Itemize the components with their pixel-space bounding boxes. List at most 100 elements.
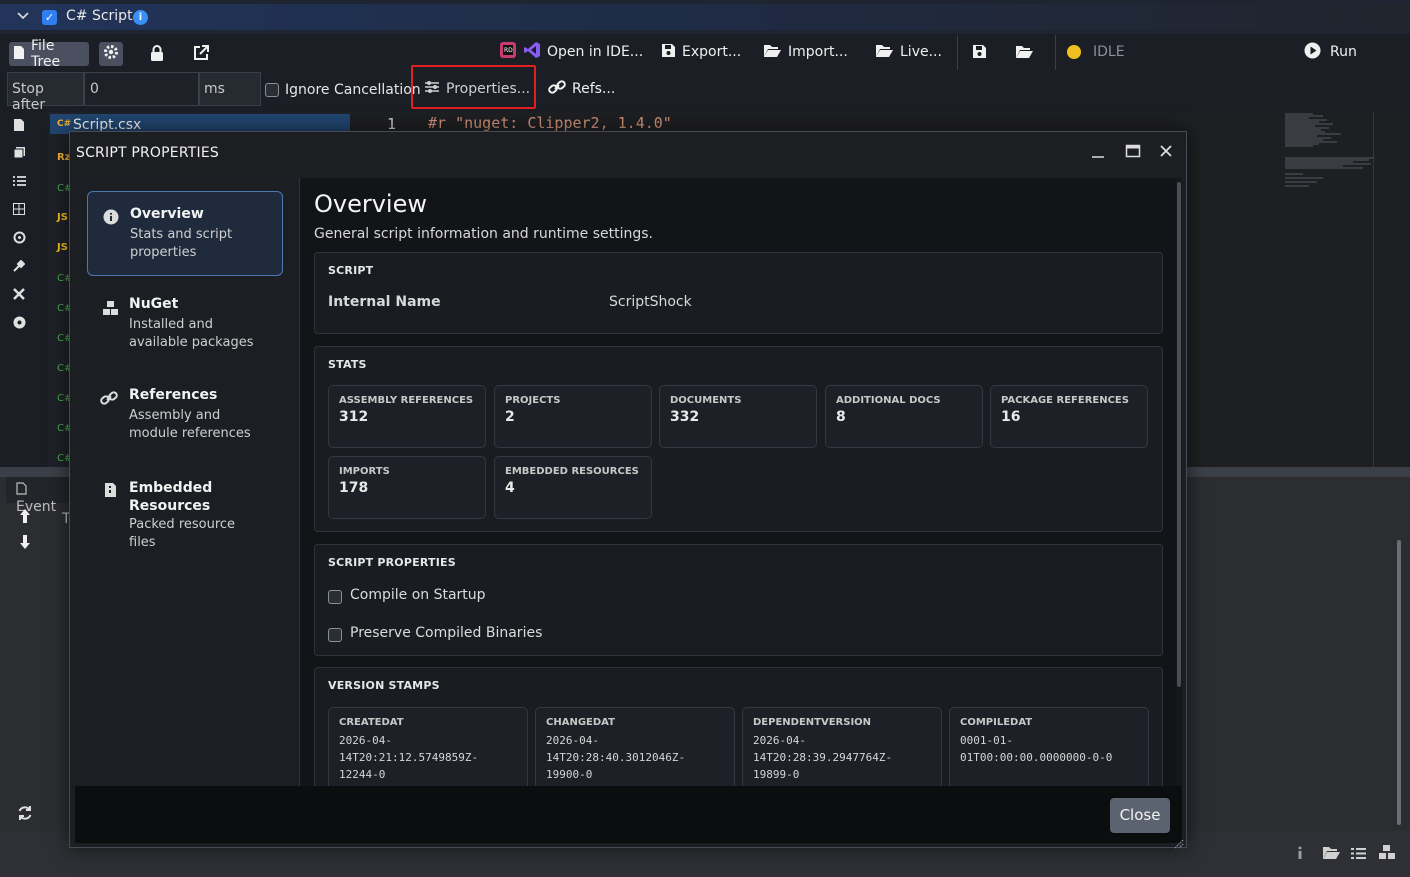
live-button[interactable]: Live...	[875, 39, 942, 65]
maximize-icon[interactable]	[1124, 143, 1142, 161]
resize-grip-icon[interactable]	[1172, 834, 1184, 853]
list-icon[interactable]	[12, 175, 26, 189]
close-button[interactable]: Close	[1110, 798, 1170, 833]
chevron-down-icon[interactable]	[16, 9, 30, 23]
ms-unit-label: ms	[199, 72, 261, 106]
stop-after-input[interactable]: 0	[84, 72, 199, 106]
code-line[interactable]: #r "nuget: Clipper2, 1.4.0"	[428, 114, 672, 132]
stat-value: 332	[670, 409, 700, 425]
nav-title: Overview	[130, 206, 204, 222]
editor-minimap[interactable]	[1283, 112, 1375, 192]
editor-scrollbar-track	[1373, 112, 1374, 467]
file-tree-label: File Tree	[31, 38, 61, 70]
nav-title: NuGet	[129, 296, 179, 312]
export-button[interactable]: Export...	[661, 39, 741, 65]
compile-on-startup-checkbox[interactable]	[328, 590, 342, 604]
stat-label: PROJECTS	[505, 395, 561, 406]
stat-tile: PACKAGE REFERENCES 16	[990, 385, 1148, 448]
version-line: 2026-04-	[546, 734, 599, 747]
panel-scrollbar[interactable]	[1397, 540, 1401, 825]
version-line: 12244-0	[339, 768, 386, 781]
nav-item-embedded-resources[interactable]: Embedded Resources Packed resource files	[87, 465, 283, 565]
card-header: SCRIPT PROPERTIES	[328, 556, 456, 569]
import-button[interactable]: Import...	[763, 39, 848, 65]
version-line: 2026-04-	[339, 734, 392, 747]
external-link-icon[interactable]	[192, 44, 210, 66]
save-icon[interactable]	[972, 44, 987, 63]
link-icon	[548, 79, 566, 99]
list-icon[interactable]	[1351, 845, 1366, 864]
close-icon[interactable]	[1157, 143, 1175, 161]
packages-icon[interactable]	[1378, 844, 1396, 864]
version-label: DEPENDENTVERSION	[753, 717, 872, 728]
preserve-binaries-label: Preserve Compiled Binaries	[350, 625, 543, 641]
script-card	[314, 252, 1163, 334]
arrow-up-icon[interactable]	[19, 508, 31, 528]
minimize-icon[interactable]	[1089, 143, 1107, 161]
status-dot-icon	[1067, 45, 1081, 59]
nav-subtitle: Stats and script properties	[130, 227, 233, 260]
copy-icon[interactable]	[12, 146, 26, 160]
version-tile: CREATEDAT 2026-04- 14T20:21:12.5749859Z-…	[328, 707, 528, 786]
run-button[interactable]: Run	[1304, 39, 1357, 65]
info-icon[interactable]: i	[133, 10, 148, 25]
version-line: 19899-0	[753, 768, 800, 781]
enabled-checkbox[interactable]: ✓	[42, 10, 57, 25]
live-label: Live...	[900, 44, 942, 60]
arrow-down-icon[interactable]	[19, 534, 31, 554]
folder-open-icon[interactable]	[1322, 845, 1341, 864]
status-label: IDLE	[1093, 44, 1125, 60]
eyedropper-icon[interactable]	[12, 259, 26, 274]
compile-on-startup-option[interactable]: Compile on Startup	[328, 586, 486, 604]
folder-open-icon[interactable]	[1015, 44, 1034, 63]
settings-button[interactable]	[99, 42, 123, 66]
target-icon[interactable]	[12, 231, 26, 245]
preserve-binaries-option[interactable]: Preserve Compiled Binaries	[328, 624, 542, 642]
export-label: Export...	[682, 44, 742, 60]
refs-button[interactable]: Refs...	[548, 76, 615, 102]
nav-subtitle: Packed resource files	[129, 517, 236, 550]
stat-label: PACKAGE REFERENCES	[1001, 395, 1129, 406]
lock-icon[interactable]	[149, 44, 165, 66]
properties-button[interactable]: Properties...	[424, 76, 530, 102]
file-tree-button[interactable]: File Tree	[9, 38, 89, 70]
stat-label: ASSEMBLY REFERENCES	[339, 395, 474, 406]
version-label: CHANGEDAT	[546, 717, 615, 728]
grid-icon[interactable]	[12, 203, 26, 217]
csharp-file-icon: C#	[57, 119, 72, 129]
nav-item-references[interactable]: References Assembly and module reference…	[87, 373, 283, 458]
info-small-icon[interactable]	[1296, 845, 1304, 864]
card-header: STATS	[328, 358, 367, 371]
record-icon[interactable]	[12, 316, 26, 330]
file-type-tag: JS	[57, 242, 68, 253]
new-file-icon[interactable]	[12, 118, 26, 132]
expand-icon[interactable]	[12, 288, 26, 302]
preserve-binaries-checkbox[interactable]	[328, 628, 342, 642]
card-header: VERSION STAMPS	[328, 679, 440, 692]
refresh-icon[interactable]	[17, 805, 33, 825]
sliders-icon	[424, 80, 440, 98]
ignore-cancellation-toggle[interactable]: Ignore Cancellation	[265, 82, 429, 98]
info-circle-icon	[103, 209, 119, 225]
dialog-title: SCRIPT PROPERTIES	[76, 145, 219, 161]
stat-label: IMPORTS	[339, 466, 390, 477]
run-label: Run	[1330, 44, 1357, 60]
internal-name-value: ScriptShock	[609, 294, 692, 310]
dialog-footer	[75, 786, 1182, 843]
internal-name-label: Internal Name	[328, 294, 441, 310]
version-label: COMPILEDAT	[960, 717, 1033, 728]
events-tab[interactable]: Event	[6, 477, 72, 515]
open-in-ide-button[interactable]: RD Open in IDE...	[499, 39, 643, 65]
version-tile: COMPILEDAT 0001-01- 01T00:00:00.0000000-…	[949, 707, 1149, 786]
dialog-scrollbar[interactable]	[1177, 182, 1181, 687]
refs-label: Refs...	[572, 81, 616, 97]
play-icon	[1304, 42, 1321, 63]
nav-item-nuget[interactable]: NuGet Installed and available packages	[87, 282, 283, 367]
nav-subtitle: Assembly and module references	[129, 408, 251, 441]
stat-tile: PROJECTS 2	[494, 385, 652, 448]
nav-item-overview[interactable]: Overview Stats and script properties	[87, 191, 283, 276]
open-in-ide-label: Open in IDE...	[547, 44, 644, 60]
gear-icon	[103, 44, 119, 64]
ignore-cancellation-checkbox[interactable]	[265, 83, 279, 97]
packages-icon	[102, 300, 118, 316]
